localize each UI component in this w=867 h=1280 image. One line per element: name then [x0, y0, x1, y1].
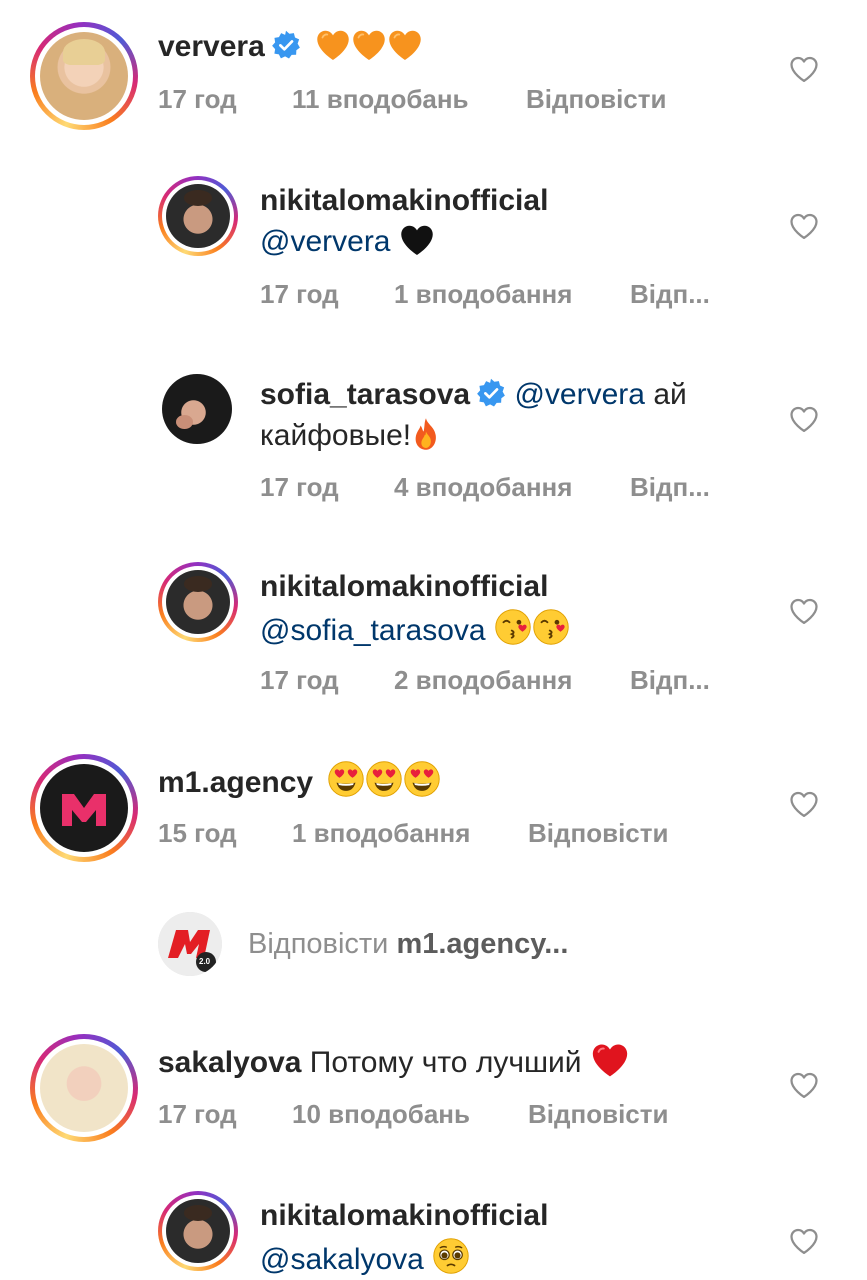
verified-badge-icon [476, 378, 506, 408]
mention-link[interactable]: @ververa [514, 378, 645, 411]
heart-outline-icon[interactable] [789, 212, 819, 240]
comment-time: 17 год [158, 84, 237, 114]
like-count[interactable]: 1 вподобання [394, 279, 572, 310]
heart-outline-icon[interactable] [789, 597, 819, 625]
avatar[interactable] [30, 22, 138, 130]
avatar[interactable] [30, 754, 138, 862]
heart-outline-icon[interactable] [789, 1227, 819, 1255]
comment-username[interactable]: nikitalomakinofficial [260, 570, 548, 603]
reply-button[interactable]: Відп... [630, 279, 710, 310]
comment-username[interactable]: sakalyova [158, 1046, 301, 1079]
verified-badge-icon [271, 30, 301, 60]
heart-eyes-icon [365, 760, 403, 798]
comment-username[interactable]: sofia_tarasova [260, 378, 470, 411]
mention-link[interactable]: @ververa [260, 225, 391, 258]
m1-logo-icon [158, 912, 222, 976]
heart-eyes-icon [327, 760, 365, 798]
heart-outline-icon[interactable] [789, 790, 819, 818]
orange-heart-icon [387, 28, 423, 62]
comment-text: Потому что лучший [309, 1046, 582, 1079]
m1-logo-icon [62, 794, 106, 826]
comment-text: ай [653, 378, 687, 411]
comment-username[interactable]: m1.agency [158, 766, 313, 799]
avatar[interactable] [30, 1034, 138, 1142]
avatar[interactable] [158, 562, 238, 642]
reply-button[interactable]: Відповісти [528, 1099, 668, 1130]
pleading-face-icon [432, 1237, 470, 1275]
mention-link[interactable]: @sofia_tarasova [260, 614, 486, 647]
like-count[interactable]: 1 вподобання [292, 818, 470, 849]
orange-heart-icon [351, 28, 387, 62]
reply-button[interactable]: Відп... [630, 472, 710, 503]
kissing-face-icon [494, 608, 532, 646]
reply-button[interactable]: Відп... [630, 665, 710, 696]
heart-outline-icon[interactable] [789, 55, 819, 83]
like-count[interactable]: 10 вподобань [292, 1099, 470, 1130]
avatar[interactable] [162, 374, 232, 444]
comment-time: 15 год [158, 818, 237, 848]
comment-username[interactable]: nikitalomakinofficial [260, 184, 548, 217]
comment-time: 17 год [260, 665, 339, 695]
kissing-face-icon [532, 608, 570, 646]
red-heart-icon [590, 1042, 630, 1078]
emoji-group [315, 30, 423, 63]
reply-prompt-prefix: Відповісти [248, 928, 389, 960]
avatar-badge: 2.0 [199, 957, 211, 966]
mention-link[interactable]: @sakalyova [260, 1243, 424, 1276]
comment-time: 17 год [158, 1099, 237, 1129]
like-count[interactable]: 11 вподобань [292, 84, 469, 115]
comment-time: 17 год [260, 279, 339, 309]
reply-button[interactable]: Відповісти [526, 84, 666, 115]
heart-outline-icon[interactable] [789, 405, 819, 433]
heart-outline-icon[interactable] [789, 1071, 819, 1099]
comment-time: 17 год [260, 472, 339, 502]
black-heart-icon [399, 223, 435, 257]
comment-text: кайфовые! [260, 419, 412, 452]
avatar[interactable] [158, 176, 238, 256]
like-count[interactable]: 2 вподобання [394, 665, 572, 696]
comment-username[interactable]: nikitalomakinofficial [260, 1199, 548, 1232]
fire-icon [411, 417, 441, 451]
orange-heart-icon [315, 28, 351, 62]
heart-eyes-icon [403, 760, 441, 798]
reply-button[interactable]: Відповісти [528, 818, 668, 849]
emoji-group [327, 766, 441, 799]
avatar[interactable] [158, 1191, 238, 1271]
current-user-avatar: 2.0 [158, 912, 222, 976]
reply-prompt-target: m1.agency... [396, 928, 569, 960]
comment-username[interactable]: ververa [158, 30, 265, 63]
like-count[interactable]: 4 вподобання [394, 472, 572, 503]
